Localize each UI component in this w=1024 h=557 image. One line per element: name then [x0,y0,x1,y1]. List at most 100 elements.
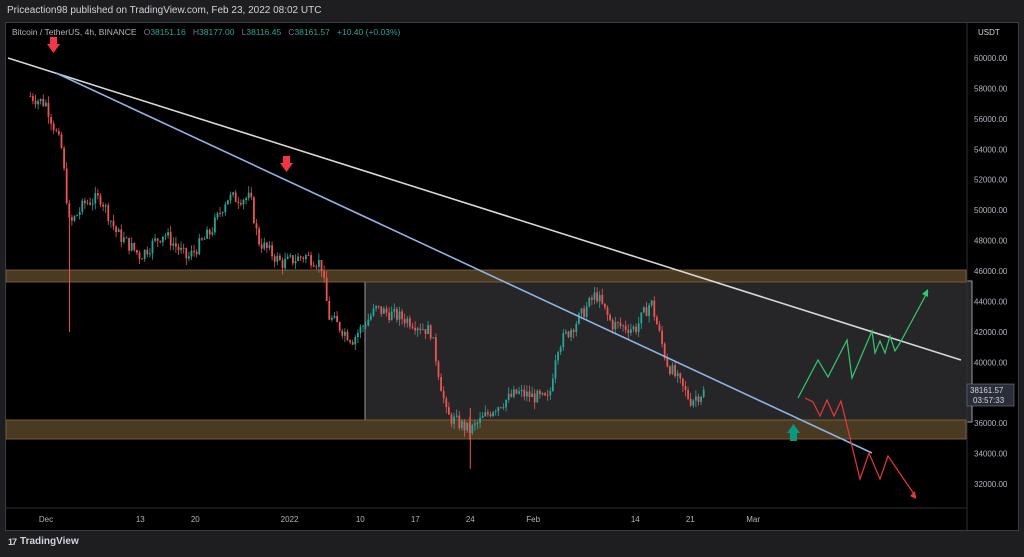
candle-body [494,411,497,413]
y-tick-label: 32000.00 [974,480,1008,489]
candle-body [427,325,429,335]
candle-body [307,255,310,256]
candle-body [338,322,341,331]
candle-body [689,398,692,406]
candle-body [466,422,468,431]
candle-body [549,391,552,396]
candle-body [284,258,286,269]
candle-body [393,308,396,312]
candle-body [567,331,570,338]
tradingview-logo[interactable]: 17 TradingView [8,536,79,547]
y-tick-label: 50000.00 [974,206,1008,215]
candle-body [83,200,86,204]
candle-body [130,242,133,251]
candle-body [193,250,195,252]
candle-body [450,414,453,424]
candle-body [640,312,643,324]
candle-body [351,342,354,345]
candle-body [271,245,273,257]
candle-body [146,249,149,255]
candle-body [403,319,406,324]
candle-body [622,325,624,327]
candle-body [239,203,242,205]
candle-body [429,325,432,339]
candle-body [629,329,632,333]
candle-body [291,255,294,264]
candle-body [330,317,333,320]
chart-panel[interactable]: 60000.00 58000.00 56000.00 54000.00 52000.00… [5,22,1019,531]
candle-body [650,300,653,306]
candle-body [601,295,604,304]
candle-body [229,194,232,201]
candle-body [29,96,32,97]
candle-body [99,195,102,205]
candle-body [180,247,182,251]
candle-body [536,390,539,403]
candle-body [346,331,349,341]
candle-body [676,373,679,377]
candle-body [603,303,606,308]
candle-body [541,393,544,395]
candle-body [570,329,572,338]
candle-body [203,238,206,240]
candle-body [551,378,554,392]
candle-body [484,412,487,417]
candle-body [57,131,60,135]
candle-body [190,250,193,257]
candle-body [265,242,268,248]
candle-body [700,396,702,402]
symbol-legend[interactable]: Bitcoin / TetherUS, 4h, BINANCE O38151.1… [12,27,400,37]
price-chart[interactable]: 60000.00 58000.00 56000.00 54000.00 52000.00… [6,23,1018,530]
candle-body [263,242,266,249]
candle-body [185,248,188,259]
time-axis[interactable]: Dec 13 20 2022 10 17 24 Feb 14 21 Mar [39,515,760,524]
symbol-info: Bitcoin / TetherUS, 4h, BINANCE [12,27,137,37]
y-tick-label: 56000.00 [974,115,1008,124]
candle-body [544,393,546,396]
candle-body [590,297,593,300]
price-axis[interactable]: 60000.00 58000.00 56000.00 54000.00 52000.00… [974,54,1008,489]
candle-body [135,250,138,253]
candle-body [299,256,302,258]
candle-body [416,328,419,331]
candle-body [411,326,414,328]
candle-body [102,204,104,207]
candle-body [453,416,455,424]
candle-body [94,193,97,204]
candle-body [44,102,47,106]
candle-body [694,396,697,401]
high-value: 38177.00 [199,27,235,37]
candle-body [154,238,156,241]
candle-body [104,205,107,207]
candle-body [492,412,494,417]
candle-body [611,320,614,330]
candle-body [219,213,221,214]
candle-body [221,212,224,214]
candle-body [520,389,523,392]
candle-body [674,365,676,377]
tradingview-brand-text: TradingView [20,536,79,547]
candle-body [89,202,91,205]
candle-body [304,255,307,260]
candle-body [200,238,203,240]
candle-body [401,311,403,320]
candle-body [273,256,276,262]
candle-body [554,360,557,379]
candle-body [512,389,515,397]
candle-body [294,261,297,264]
candle-body [167,232,169,236]
candle-body [398,311,401,320]
candle-body [684,385,687,391]
candle-body [557,352,559,361]
candle-body [505,399,507,408]
candle-body [96,193,99,196]
candle-body [583,308,585,318]
candle-body [624,325,627,330]
candle-body [648,305,650,316]
candle-body [437,361,440,377]
candle-body [343,331,346,336]
candle-body [390,311,393,321]
candle-body [614,322,617,330]
candle-body [37,101,39,105]
candle-body [619,322,622,326]
